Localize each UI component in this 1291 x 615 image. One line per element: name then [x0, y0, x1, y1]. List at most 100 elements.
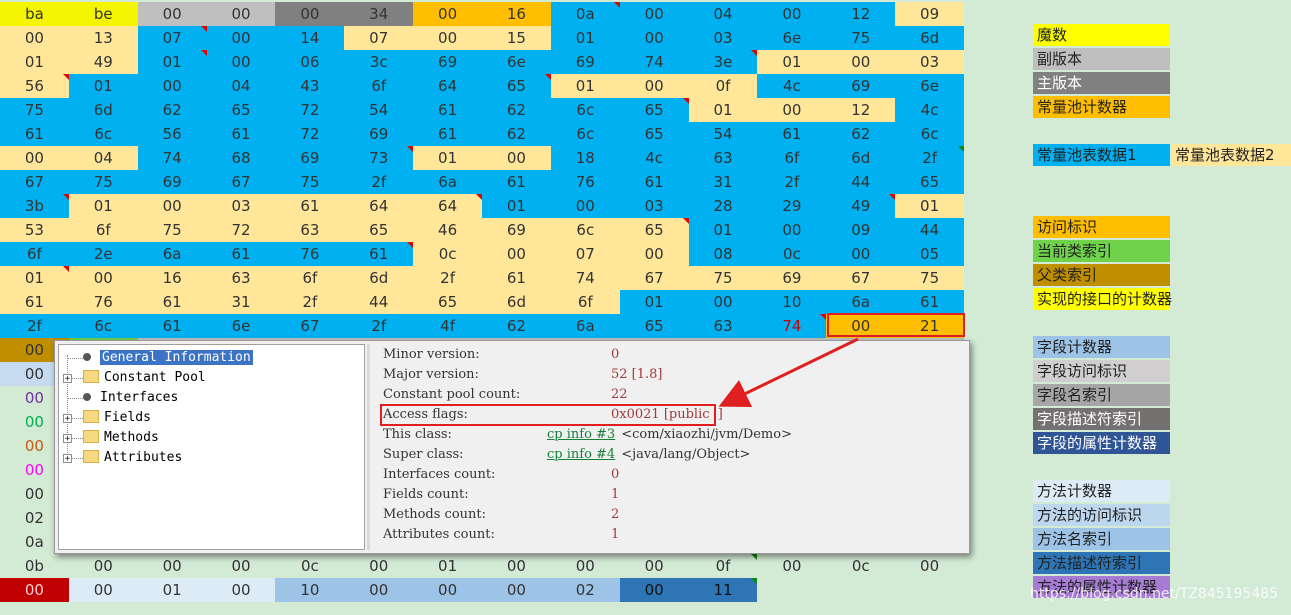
hex-byte-cell: 03: [206, 194, 276, 218]
hex-byte-cell: 6d: [344, 266, 414, 290]
cp-info-link[interactable]: cp info #4: [547, 447, 615, 462]
hex-byte-cell: 2f: [275, 290, 345, 314]
hex-row: 75 6d 62 65 72 54 61 62 6c 65 01 00 12 4c: [0, 98, 965, 122]
tree-item-attributes[interactable]: Attributes: [83, 448, 182, 468]
hex-byte-cell: 6e: [206, 314, 276, 338]
folder-icon: [83, 450, 99, 463]
hex-row: 01 49 01 00 06 3c 69 6e 69 74 3e 01 00 03: [0, 50, 965, 74]
hex-byte-cell: 00: [619, 242, 689, 266]
hex-row: 2f 6c 61 6e 67 2f 4f 62 6a 65 63 74 00 21: [0, 314, 965, 338]
tree-expand-icon[interactable]: +: [63, 374, 72, 384]
hex-row: 61 6c 56 61 72 69 61 62 6c 65 54 61 62 6c: [0, 122, 965, 146]
hex-byte-cell: 6c: [68, 314, 138, 338]
tree-item-interfaces[interactable]: Interfaces: [79, 388, 178, 408]
info-value: 22: [611, 387, 628, 402]
hex-byte-cell: 00: [482, 554, 551, 578]
hex-byte-cell: 2f: [413, 266, 483, 290]
cp-info-link[interactable]: cp info #3: [547, 427, 615, 442]
hex-byte-cell: 6a: [413, 170, 483, 194]
tree-item-fields[interactable]: Fields: [83, 408, 151, 428]
hex-byte-cell: 00: [757, 2, 827, 26]
hex-byte-cell: 69: [137, 170, 207, 194]
access-flags-row-highlight: [380, 404, 716, 426]
hex-byte-cell: 01: [68, 194, 138, 218]
tree-expand-icon[interactable]: +: [63, 434, 72, 444]
hex-byte-cell: 00: [137, 74, 207, 98]
tree-item-label: Fields: [104, 410, 151, 425]
hex-byte-cell: 00: [619, 554, 689, 578]
info-value: 52 [1.8]: [611, 367, 663, 382]
hex-byte-cell: 01: [550, 74, 620, 98]
hex-row: 00 00 01 00 10 00 00 00 02 00 11: [0, 578, 965, 602]
hex-byte-cell: 69: [550, 50, 620, 74]
general-information-panel: Minor version: 0 Major version: 52 [1.8] Con…: [371, 344, 967, 550]
tree-expand-icon[interactable]: +: [63, 454, 72, 464]
hex-byte-cell: 62: [137, 98, 207, 122]
hex-byte-cell: 02: [550, 578, 620, 602]
hex-byte-cell: 01: [688, 98, 758, 122]
hex-byte-cell: 65: [619, 122, 689, 146]
info-label: Constant pool count:: [383, 387, 521, 402]
hex-byte-cell: 76: [68, 290, 138, 314]
info-label: Super class:: [383, 447, 464, 462]
hex-byte-cell: 01: [413, 146, 483, 170]
hex-byte-cell: 31: [688, 170, 758, 194]
structure-tree[interactable]: General Information + Constant Pool Interfa…: [58, 344, 365, 550]
hex-byte-cell: 00: [137, 554, 207, 578]
hex-byte-cell: 2e: [68, 242, 138, 266]
hex-row: 6f 2e 6a 61 76 61 0c 00 07 00 08 0c 00 05: [0, 242, 965, 266]
legend-item: 字段名索引: [1033, 384, 1170, 406]
color-legend: 魔数 副版本 主版本 常量池计数器 常量池表数据1 常量池表数据2 访问标识 当前类索引 父类索…: [1033, 0, 1291, 615]
legend-item: 方法的访问标识: [1033, 504, 1170, 526]
hex-byte-cell: 00: [550, 194, 620, 218]
hex-byte-cell: 6a: [137, 242, 207, 266]
hex-byte-cell: 61: [206, 242, 276, 266]
hex-byte-cell: 69: [757, 266, 827, 290]
folder-icon: [83, 410, 99, 423]
hex-byte-cell: 67: [275, 314, 345, 338]
info-value: cp info #4 <java/lang/Object>: [547, 445, 750, 465]
info-value: 1: [611, 527, 620, 542]
hex-byte-cell: 16: [137, 266, 207, 290]
hex-byte-cell: 2f: [895, 146, 965, 170]
hex-byte-cell: 00: [757, 98, 827, 122]
tree-item-methods[interactable]: Methods: [83, 428, 159, 448]
legend-item: 字段计数器: [1033, 336, 1170, 358]
hex-byte-cell: 67: [619, 266, 689, 290]
hex-byte-cell: 00: [482, 242, 551, 266]
hex-byte-cell: 75: [895, 266, 965, 290]
tree-item-constant-pool[interactable]: Constant Pool: [83, 368, 206, 388]
hex-byte-cell: 03: [895, 50, 965, 74]
info-row: Constant pool count: 22: [383, 385, 963, 405]
hex-byte-cell: 6c: [550, 122, 620, 146]
access-flags-hex-highlight: [827, 313, 965, 337]
hex-byte-cell: 56: [0, 74, 69, 98]
hex-byte-cell: 61: [413, 122, 483, 146]
class-name-text: <com/xiaozhi/jvm/Demo>: [621, 427, 792, 442]
tree-expand-icon[interactable]: +: [63, 414, 72, 424]
hex-byte-cell: 00: [206, 2, 276, 26]
hex-byte-cell: 03: [619, 194, 689, 218]
hex-byte-cell: 72: [275, 122, 345, 146]
legend-item: 访问标识: [1033, 216, 1170, 238]
tree-item-label: Constant Pool: [104, 370, 206, 385]
folder-icon: [83, 370, 99, 383]
hex-byte-cell: 14: [275, 26, 345, 50]
hex-byte-cell: 6a: [826, 290, 896, 314]
hex-byte-cell: 74: [757, 314, 827, 338]
hex-byte-cell: 6e: [895, 74, 965, 98]
hex-byte-cell: 64: [413, 74, 483, 98]
info-label: Interfaces count:: [383, 467, 496, 482]
hex-row: 00 04 74 68 69 73 01 00 18 4c 63 6f 6d 2f: [0, 146, 965, 170]
hex-byte-cell: 00: [413, 26, 483, 50]
hex-byte-cell: 67: [206, 170, 276, 194]
hex-byte-cell: 11: [688, 578, 758, 602]
splitter-handle[interactable]: [367, 344, 370, 550]
hex-byte-cell: 00: [413, 2, 483, 26]
hex-byte-cell: 0c: [757, 242, 827, 266]
hex-byte-cell: 56: [137, 122, 207, 146]
hex-byte-cell: 69: [413, 50, 483, 74]
hex-byte-cell: 53: [0, 218, 69, 242]
tree-item-general-information[interactable]: General Information: [79, 348, 253, 368]
hex-byte-cell: 74: [137, 146, 207, 170]
